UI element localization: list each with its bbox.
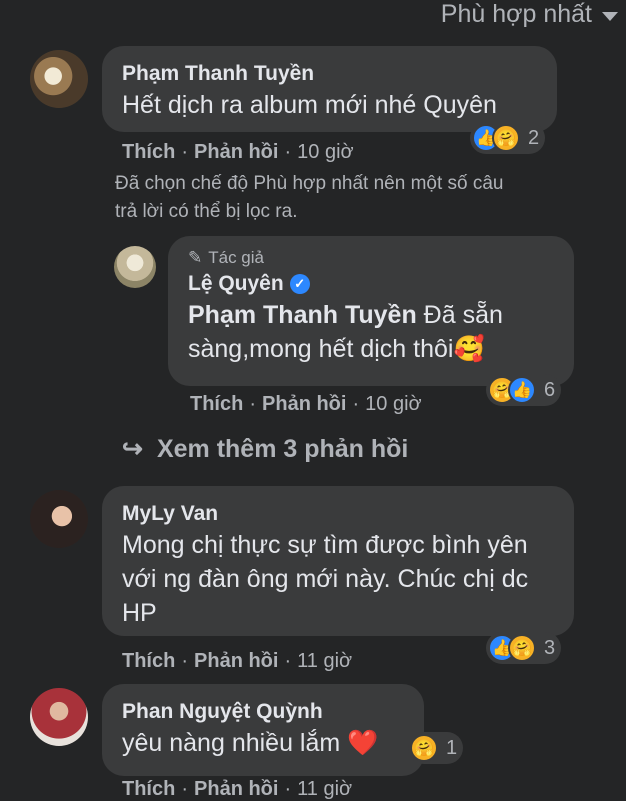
comment-actions: Thích · Phản hồi · 10 giờ	[122, 141, 354, 163]
care-icon: 🤗	[508, 634, 536, 662]
avatar[interactable]	[30, 688, 88, 746]
reaction-summary[interactable]: 👍 🤗 2	[470, 122, 546, 154]
reply-button[interactable]: Phản hồi	[194, 650, 278, 672]
like-icon: 👍	[508, 376, 536, 404]
sort-label: Phù hợp nhất	[440, 0, 592, 28]
sort-dropdown[interactable]: Phù hợp nhất	[441, 0, 618, 29]
reaction-count: 3	[544, 636, 556, 659]
author-badge: ✎ Tác giả	[188, 248, 264, 267]
comment-time[interactable]: 10 giờ	[365, 393, 421, 415]
comment-text: Hết dịch ra album mới nhé Quyên	[122, 91, 497, 119]
reply-bubble: ✎ Tác giả Lệ Quyên ✓ Phạm Thanh Tuyền Đã s…	[168, 236, 574, 386]
reaction-summary[interactable]: 👍 🤗 3	[486, 632, 562, 664]
comment-author[interactable]: MyLy Van	[122, 500, 554, 528]
comment-text: Phạm Thanh Tuyền Đã sẵn sàng,mong hết dị…	[188, 301, 503, 363]
care-icon: 🤗	[492, 124, 520, 152]
reaction-count: 1	[446, 736, 458, 759]
reply-arrow-icon: ↪	[122, 435, 143, 463]
comment-text: Mong chị thực sự tìm được bình yên với n…	[122, 531, 529, 627]
reply-button[interactable]: Phản hồi	[194, 141, 278, 163]
reaction-count: 2	[528, 126, 540, 149]
comment-bubble: Phạm Thanh Tuyền Hết dịch ra album mới n…	[102, 46, 557, 132]
comment-time[interactable]: 11 giờ	[297, 778, 352, 800]
reaction-summary[interactable]: 🤗 1	[408, 732, 464, 764]
reply-button[interactable]: Phản hồi	[194, 778, 278, 800]
view-more-replies[interactable]: ↪ Xem thêm 3 phản hồi	[122, 434, 408, 464]
comment-actions: Thích · Phản hồi · 11 giờ	[122, 650, 353, 672]
filter-note: Đã chọn chế độ Phù hợp nhất nên một số c…	[115, 173, 504, 222]
comment-author[interactable]: Phạm Thanh Tuyền	[122, 60, 537, 88]
avatar[interactable]	[114, 246, 156, 288]
comment-text: yêu nàng nhiều lắm ❤️	[122, 729, 379, 757]
like-button[interactable]: Thích	[122, 141, 175, 163]
reply-button[interactable]: Phản hồi	[262, 393, 346, 415]
comment-bubble: Phan Nguyệt Quỳnh yêu nàng nhiều lắm ❤️	[102, 684, 424, 776]
mention-link[interactable]: Phạm Thanh Tuyền	[188, 301, 417, 329]
verified-icon: ✓	[289, 274, 310, 295]
comment-author[interactable]: Phan Nguyệt Quỳnh	[122, 698, 404, 726]
like-button[interactable]: Thích	[122, 778, 175, 800]
comment-bubble: MyLy Van Mong chị thực sự tìm được bình …	[102, 486, 574, 636]
comment-actions: Thích · Phản hồi · 10 giờ	[190, 393, 422, 415]
care-icon: 🤗	[410, 734, 438, 762]
like-button[interactable]: Thích	[190, 393, 243, 415]
avatar[interactable]	[30, 50, 88, 108]
avatar[interactable]	[30, 490, 88, 548]
comment-time[interactable]: 10 giờ	[297, 141, 353, 163]
pencil-icon: ✎	[188, 248, 203, 267]
comment-time[interactable]: 11 giờ	[297, 650, 352, 672]
reaction-summary[interactable]: 🤗 👍 6	[486, 374, 562, 406]
reaction-count: 6	[544, 378, 556, 401]
comment-author[interactable]: Lệ Quyên ✓	[188, 270, 554, 298]
chevron-down-icon	[602, 12, 618, 21]
like-button[interactable]: Thích	[122, 650, 175, 672]
